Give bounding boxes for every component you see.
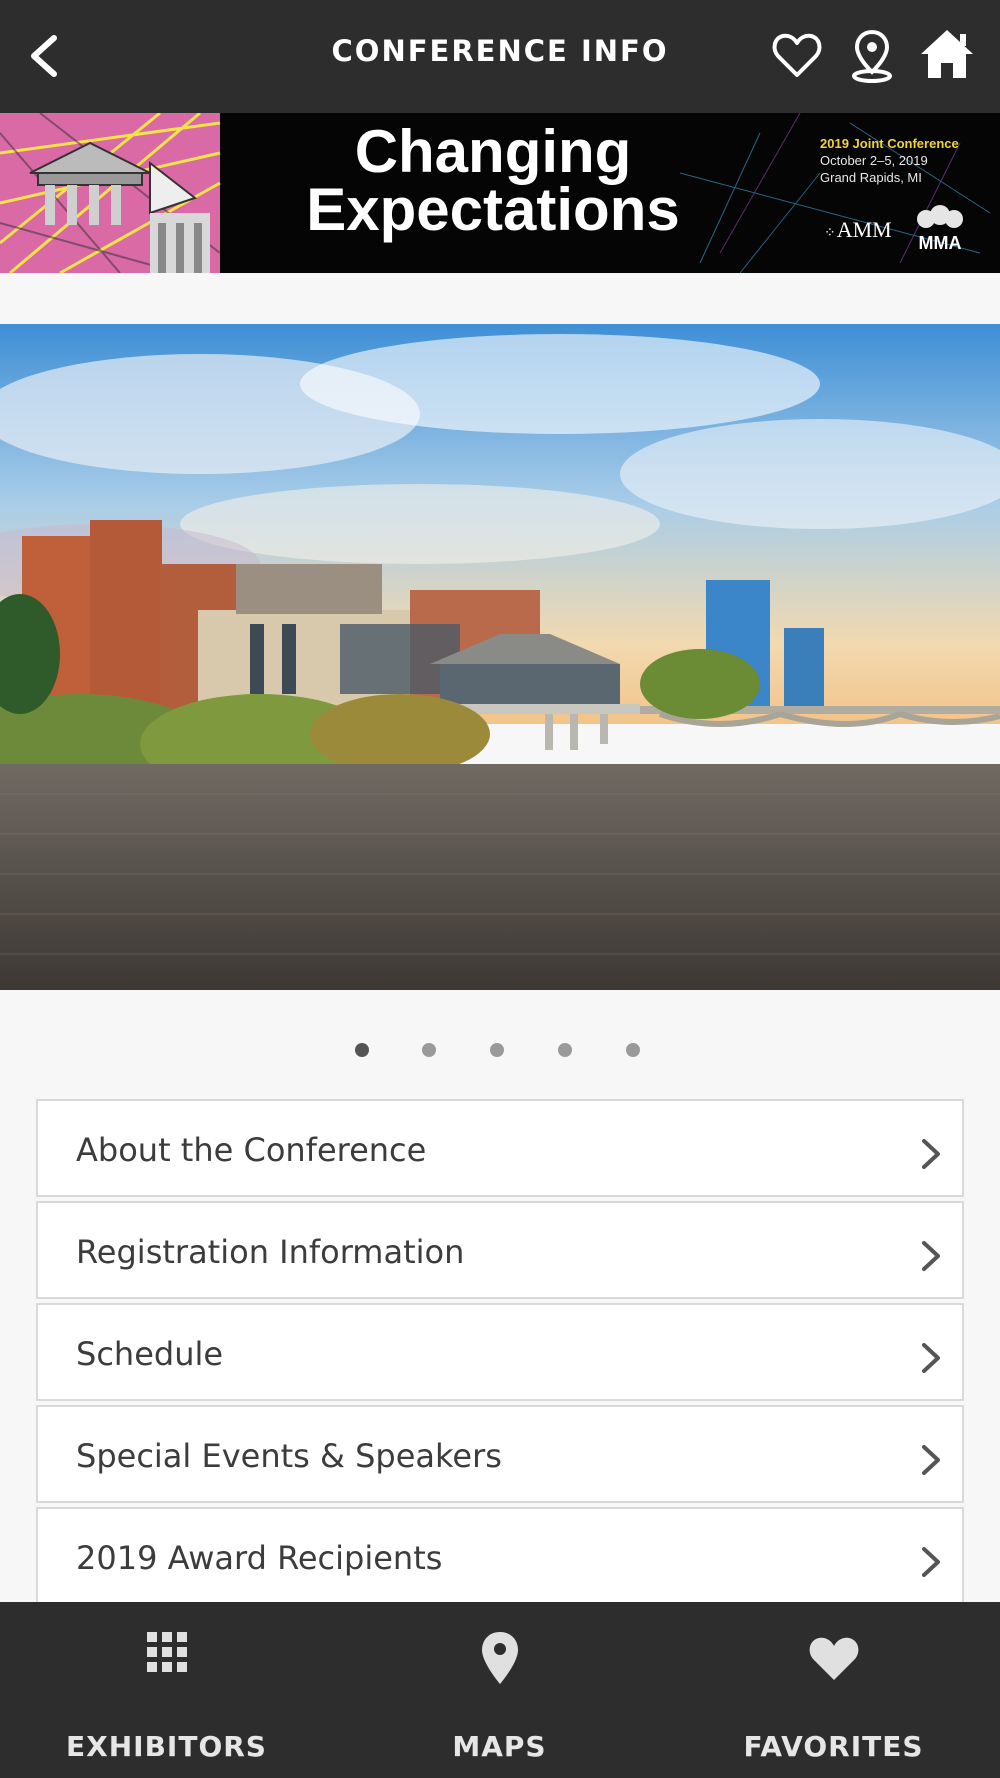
tab-label: MAPS: [452, 1730, 547, 1763]
carousel-dot[interactable]: [490, 1043, 504, 1057]
heart-outline-icon: [772, 33, 822, 77]
bottom-navigation: EXHIBITORS MAPS FAVORITES: [0, 1602, 1000, 1778]
banner-conference-info: 2019 Joint Conference October 2–5, 2019 …: [820, 135, 959, 186]
carousel-dot[interactable]: [355, 1043, 369, 1057]
top-bar: CONFERENCE INFO: [0, 0, 1000, 113]
carousel-dot[interactable]: [422, 1043, 436, 1057]
conference-info-menu: About the Conference Registration Inform…: [36, 1099, 964, 1609]
map-pin-icon: [481, 1632, 518, 1684]
amm-logo: ⁘AMM: [824, 217, 892, 242]
banner-headline-line1: Changing: [354, 118, 632, 185]
carousel-dot[interactable]: [626, 1043, 640, 1057]
museum-riverfront-photo: [0, 324, 1000, 990]
menu-item-special-events-speakers[interactable]: Special Events & Speakers: [36, 1405, 964, 1503]
map-pin-icon: [852, 29, 892, 83]
tab-label: EXHIBITORS: [66, 1730, 267, 1763]
menu-item-label: Registration Information: [76, 1233, 465, 1271]
menu-item-registration-information[interactable]: Registration Information: [36, 1201, 964, 1299]
menu-item-label: Schedule: [76, 1335, 224, 1373]
banner-headline-line2: Expectations: [306, 176, 680, 243]
chevron-right-icon: [922, 1547, 940, 1577]
mma-logo-mark: [917, 205, 963, 228]
banner-headline: Changing Expectations: [258, 118, 728, 243]
tab-label: FAVORITES: [743, 1730, 924, 1763]
mma-logo-text: MMA: [918, 233, 962, 253]
menu-item-label: About the Conference: [76, 1131, 427, 1169]
heart-icon: [809, 1637, 858, 1680]
chevron-right-icon: [922, 1241, 940, 1271]
chevron-right-icon: [922, 1343, 940, 1373]
banner-conference-name: 2019 Joint Conference: [820, 136, 959, 151]
home-button[interactable]: [918, 26, 976, 82]
home-icon: [921, 30, 973, 78]
favorites-button[interactable]: [770, 28, 824, 84]
banner-dates: October 2–5, 2019: [820, 153, 928, 168]
menu-item-award-recipients[interactable]: 2019 Award Recipients: [36, 1507, 964, 1605]
menu-item-about-conference[interactable]: About the Conference: [36, 1099, 964, 1197]
app-screen: CONFERENCE INFO Changing Expectations 20…: [0, 0, 1000, 1778]
amm-logo-text: AMM: [836, 217, 892, 242]
banner-location: Grand Rapids, MI: [820, 170, 922, 185]
tab-maps[interactable]: MAPS: [333, 1602, 666, 1778]
menu-item-label: Special Events & Speakers: [76, 1437, 502, 1475]
chevron-right-icon: [922, 1445, 940, 1475]
mma-logo: MMA: [912, 205, 968, 255]
chevron-right-icon: [922, 1139, 940, 1169]
menu-item-label: 2019 Award Recipients: [76, 1539, 443, 1577]
conference-banner: Changing Expectations 2019 Joint Confere…: [0, 113, 1000, 273]
tab-exhibitors[interactable]: EXHIBITORS: [0, 1602, 333, 1778]
grid-icon: [146, 1632, 187, 1672]
tab-favorites[interactable]: FAVORITES: [667, 1602, 1000, 1778]
location-button[interactable]: [848, 28, 896, 84]
carousel-indicators: [0, 1040, 1000, 1060]
carousel-dot[interactable]: [558, 1043, 572, 1057]
carousel-image[interactable]: [0, 324, 1000, 990]
menu-item-schedule[interactable]: Schedule: [36, 1303, 964, 1401]
